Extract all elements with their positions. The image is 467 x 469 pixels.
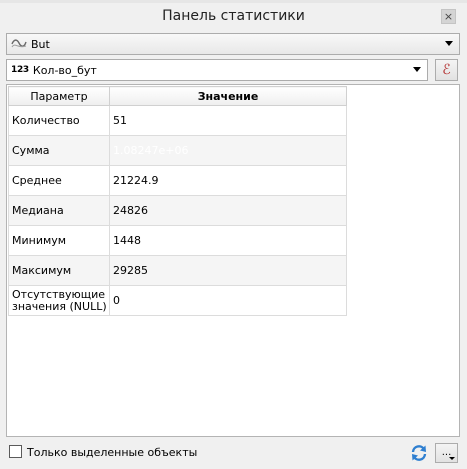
bottom-bar: Только выделенные объекты ...: [0, 441, 467, 469]
title-bar: Панель статистики ×: [0, 0, 467, 29]
table-row[interactable]: Сумма 1.08247e+06: [8, 135, 347, 166]
row-value-min[interactable]: 1448: [109, 225, 347, 256]
line-layer-icon: [11, 39, 27, 48]
layer-selector-value: But: [31, 37, 50, 51]
field-selector[interactable]: 123 Кол-во_бут: [6, 59, 428, 81]
row-value-count[interactable]: 51: [109, 105, 347, 136]
row-value-max[interactable]: 29285: [109, 255, 347, 286]
row-value-null[interactable]: 0: [109, 285, 347, 316]
table-row[interactable]: Отсутствующие значения (NULL) 0: [8, 285, 347, 316]
chevron-down-icon: [445, 41, 453, 46]
row-name-max[interactable]: Максимум: [8, 255, 110, 286]
refresh-icon[interactable]: [410, 444, 428, 462]
column-header-value[interactable]: Значение: [109, 86, 347, 106]
selected-only-label[interactable]: Только выделенные объекты: [27, 446, 197, 459]
table-header-row: Параметр Значение: [8, 86, 347, 106]
row-name-null-line2: значения (NULL): [12, 299, 107, 313]
row-name-min[interactable]: Минимум: [8, 225, 110, 256]
row-name-median[interactable]: Медиана: [8, 195, 110, 226]
field-selector-value: Кол-во_бут: [32, 63, 97, 77]
table-row[interactable]: Среднее 21224.9: [8, 165, 347, 196]
selected-only-checkbox[interactable]: [9, 445, 22, 458]
row-value-mean[interactable]: 21224.9: [109, 165, 347, 196]
chevron-down-icon: [449, 457, 455, 460]
statistics-table: Параметр Значение Количество 51 Сумма 1.…: [8, 86, 347, 316]
column-header-parameter[interactable]: Параметр: [8, 86, 110, 106]
table-row[interactable]: Минимум 1448: [8, 225, 347, 256]
title-bar-strip: [0, 0, 467, 3]
row-name-null-line1: Отсутствующие: [12, 287, 106, 301]
row-value-sum[interactable]: 1.08247e+06: [109, 135, 347, 166]
table-row[interactable]: Количество 51: [8, 105, 347, 136]
statistics-table-area[interactable]: Параметр Значение Количество 51 Сумма 1.…: [6, 84, 460, 437]
row-name-count[interactable]: Количество: [8, 105, 110, 136]
statistics-panel: Панель статистики × But 123 Кол-во_бут ℰ…: [0, 0, 467, 469]
panel-title: Панель статистики: [162, 8, 305, 24]
row-name-null[interactable]: Отсутствующие значения (NULL): [8, 285, 110, 316]
row-name-mean[interactable]: Среднее: [8, 165, 110, 196]
row-name-sum[interactable]: Сумма: [8, 135, 110, 166]
expression-button[interactable]: ℰ: [435, 59, 458, 81]
more-options-button[interactable]: ...: [435, 443, 458, 463]
row-value-median[interactable]: 24826: [109, 195, 347, 226]
numeric-field-icon: 123: [11, 65, 29, 75]
chevron-down-icon: [413, 67, 421, 72]
close-button[interactable]: ×: [441, 9, 456, 24]
table-row[interactable]: Максимум 29285: [8, 255, 347, 286]
table-row[interactable]: Медиана 24826: [8, 195, 347, 226]
layer-selector[interactable]: But: [6, 33, 460, 55]
